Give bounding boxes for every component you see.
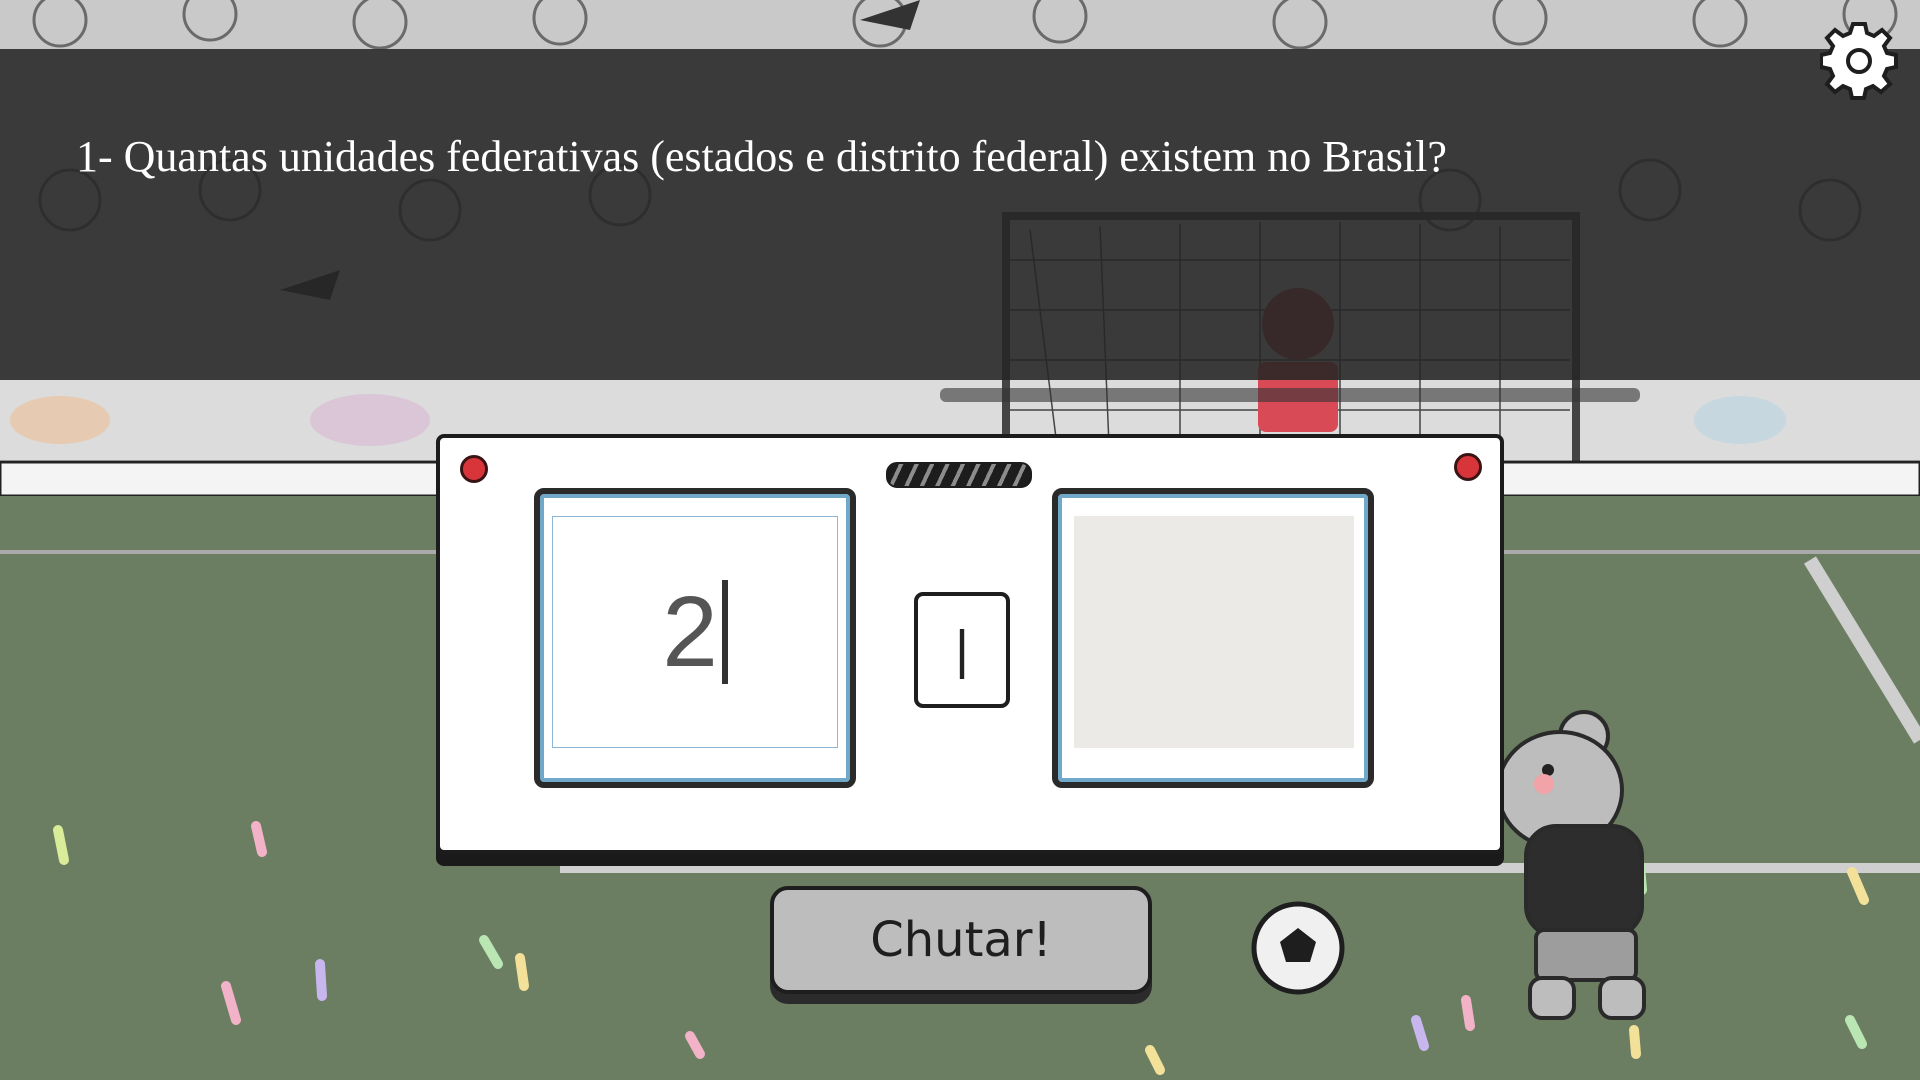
kick-button[interactable]: Chutar! — [770, 886, 1152, 994]
scoreboard: 2 | — [436, 434, 1504, 854]
result-display — [1074, 516, 1354, 748]
question-panel: 1- Quantas unidades federativas (estados… — [0, 49, 1920, 380]
scoreboard-led — [1454, 453, 1482, 481]
scoreboard-vent — [886, 462, 1032, 488]
text-caret — [721, 580, 728, 684]
answer-frame: 2 — [534, 488, 856, 788]
question-text: 1- Quantas unidades federativas (estados… — [76, 132, 1447, 181]
answer-value: 2 — [662, 575, 718, 688]
scoreboard-led — [460, 455, 488, 483]
settings-button[interactable] — [1819, 22, 1898, 100]
result-frame — [1052, 488, 1374, 788]
score-separator: | — [914, 592, 1010, 708]
gear-icon — [1819, 22, 1898, 100]
answer-input[interactable]: 2 — [552, 516, 838, 748]
soccer-ball — [1251, 901, 1345, 995]
